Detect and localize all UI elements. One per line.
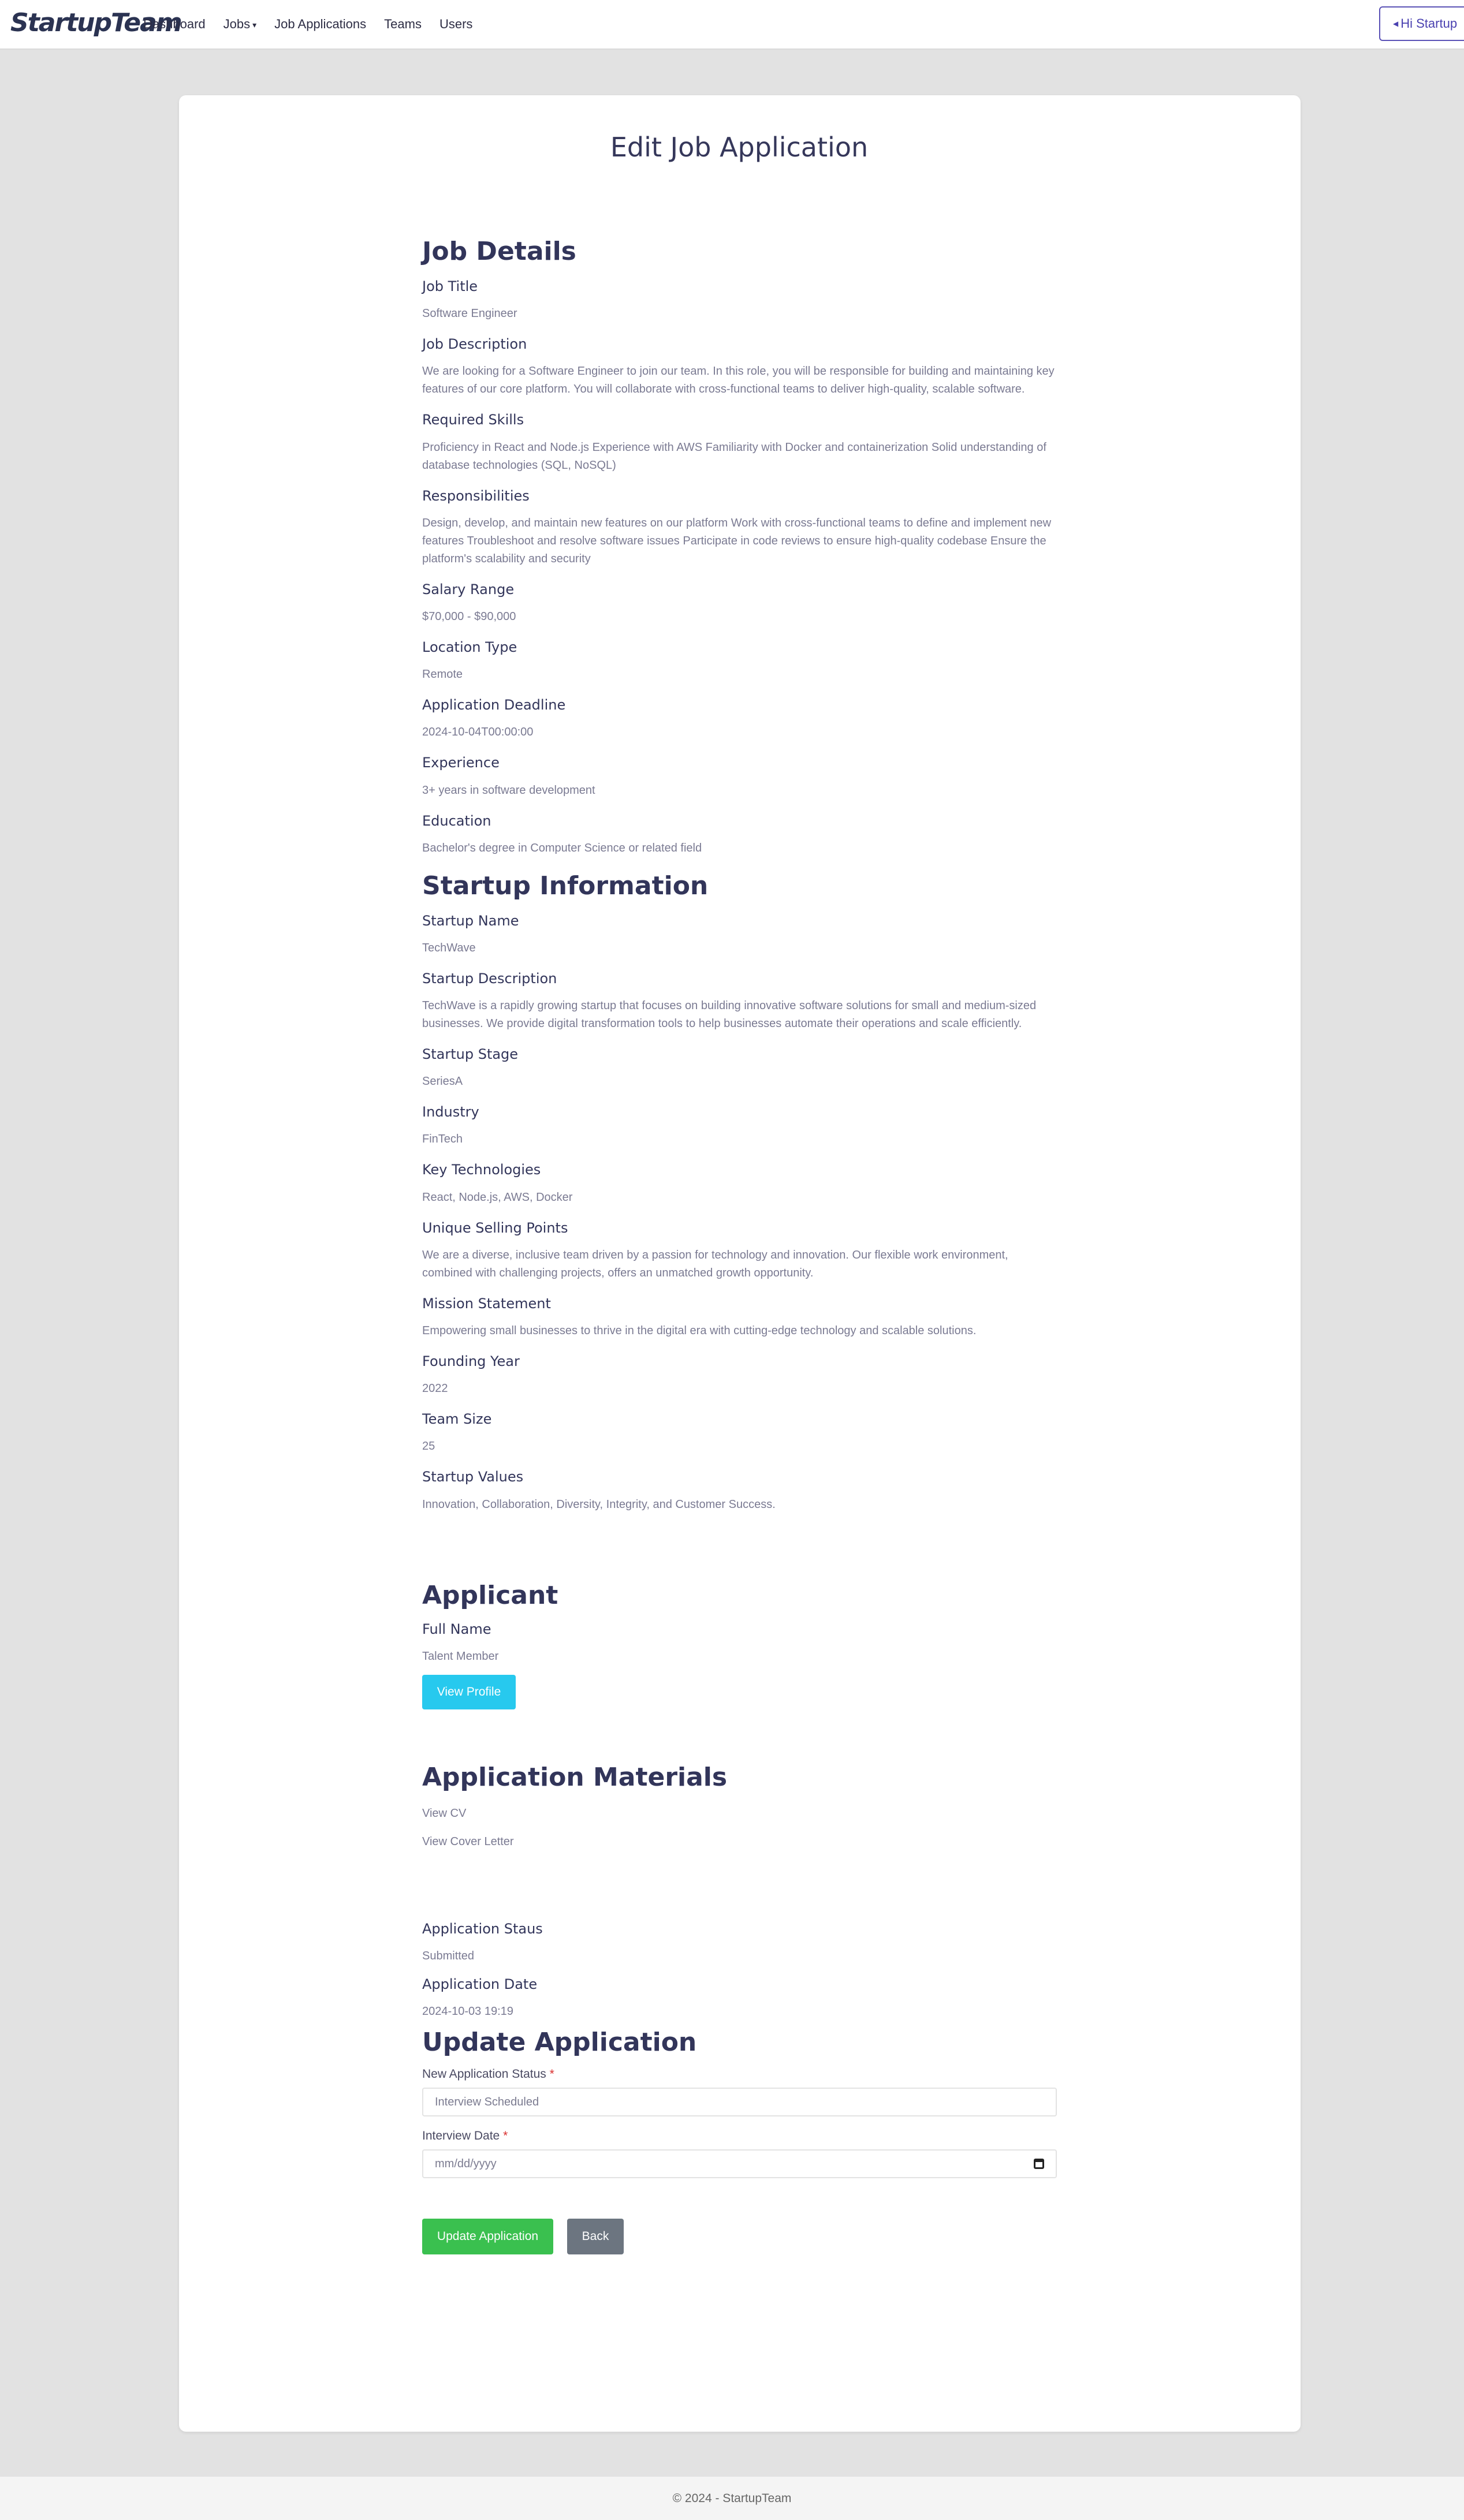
field-label: Unique Selling Points xyxy=(422,1219,568,1236)
field-label: Experience xyxy=(422,755,500,771)
required-marker: * xyxy=(503,2129,508,2143)
job-details-heading: Job Details xyxy=(422,237,576,266)
field-label: Startup Stage xyxy=(422,1046,519,1063)
field-value: TechWave is a rapidly growing startup th… xyxy=(422,999,1037,1031)
caret-left-icon: ◀ xyxy=(1393,20,1399,28)
field-value: SeriesA xyxy=(422,1075,463,1088)
nav-link-teams[interactable]: Teams xyxy=(384,17,422,32)
top-navbar: StartupTeam Dashboard Jobs ▾ Job Applicat… xyxy=(0,0,1464,50)
interview-date-label-text: Interview Date xyxy=(422,2129,500,2143)
view-cover-letter-link[interactable]: View Cover Letter xyxy=(422,1833,1057,1851)
field-value: 2022 xyxy=(422,1382,448,1395)
full-name-value: Talent Member xyxy=(422,1649,499,1663)
view-profile-button[interactable]: View Profile xyxy=(422,1674,516,1709)
field-value: $70,000 - $90,000 xyxy=(422,610,516,623)
field-label: Key Technologies xyxy=(422,1162,541,1178)
field-label: Mission Statement xyxy=(422,1295,551,1312)
nav-link-jobs-label: Jobs xyxy=(223,17,251,31)
field-value: 3+ years in software development xyxy=(422,783,595,797)
nav-links: Dashboard Jobs ▾ Job Applications Teams U… xyxy=(143,17,490,32)
new-status-input[interactable]: Interview Scheduled xyxy=(422,2088,1057,2117)
page-title: Edit Job Application xyxy=(610,132,869,163)
job-details-fields: Job Title Software Engineer Job Descriptio… xyxy=(422,278,1057,870)
field-value: 25 xyxy=(422,1440,435,1453)
new-status-label: New Application Status * xyxy=(422,2065,1057,2083)
field-label: Responsibilities xyxy=(422,487,530,504)
interview-date-input[interactable]: mm/dd/yyyy xyxy=(422,2149,1057,2179)
application-status-value: Submitted xyxy=(422,1949,475,1962)
footer: © 2024 - StartupTeam xyxy=(0,2477,1464,2520)
field-value: Bachelor's degree in Computer Science or… xyxy=(422,841,702,854)
field-label: Startup Values xyxy=(422,1469,524,1485)
field-label: Job Title xyxy=(422,278,478,294)
required-marker: * xyxy=(549,2067,554,2081)
field-value: FinTech xyxy=(422,1133,463,1146)
user-menu-button[interactable]: ◀ Hi Startup xyxy=(1379,6,1464,41)
field-value: React, Node.js, AWS, Docker xyxy=(422,1190,573,1204)
interview-date-placeholder: mm/dd/yyyy xyxy=(435,2157,497,2170)
startup-info-heading: Startup Information xyxy=(422,871,709,901)
nav-link-users[interactable]: Users xyxy=(439,17,472,32)
field-label: Job Description xyxy=(422,336,527,353)
user-menu-label: Hi Startup xyxy=(1400,16,1458,31)
calendar-icon[interactable] xyxy=(1034,2159,1044,2170)
nav-link-job-applications[interactable]: Job Applications xyxy=(274,17,366,32)
field-value: Design, develop, and maintain new featur… xyxy=(422,516,1052,565)
field-label: Education xyxy=(422,812,491,829)
content: Job Details Job Title Software Engineer Jo… xyxy=(422,236,1057,2255)
materials-heading: Application Materials xyxy=(422,1762,728,1792)
caret-down-icon: ▾ xyxy=(252,20,257,29)
nav-link-dashboard[interactable]: Dashboard xyxy=(143,17,206,32)
application-date-value: 2024-10-03 19:19 xyxy=(422,2005,513,2018)
form-actions: Update Application Back xyxy=(422,2219,1057,2255)
new-status-label-text: New Application Status xyxy=(422,2067,546,2081)
field-label: Founding Year xyxy=(422,1353,520,1369)
field-value: We are looking for a Software Engineer t… xyxy=(422,365,1055,396)
field-label: Industry xyxy=(422,1104,479,1121)
field-value: We are a diverse, inclusive team driven … xyxy=(422,1248,1008,1279)
update-application-button[interactable]: Update Application xyxy=(422,2219,553,2255)
field-label: Startup Name xyxy=(422,912,519,929)
field-value: Empowering small businesses to thrive in… xyxy=(422,1324,977,1337)
field-value: Proficiency in React and Node.js Experie… xyxy=(422,440,1046,472)
field-label: Startup Description xyxy=(422,970,557,987)
field-value: Innovation, Collaboration, Diversity, In… xyxy=(422,1498,776,1511)
update-heading: Update Application xyxy=(422,2028,697,2058)
application-status-label: Application Staus xyxy=(422,1920,543,1937)
back-button[interactable]: Back xyxy=(567,2219,624,2255)
field-value: 2024-10-04T00:00:00 xyxy=(422,726,534,739)
field-value: Remote xyxy=(422,668,463,681)
nav-link-jobs[interactable]: Jobs ▾ xyxy=(223,17,257,32)
interview-date-label: Interview Date * xyxy=(422,2127,1057,2145)
field-label: Salary Range xyxy=(422,581,515,598)
full-name-label: Full Name xyxy=(422,1621,491,1637)
field-value: Software Engineer xyxy=(422,307,517,320)
application-date-label: Application Date xyxy=(422,1976,538,1992)
field-label: Team Size xyxy=(422,1411,492,1428)
field-label: Location Type xyxy=(422,639,517,655)
view-cv-link[interactable]: View CV xyxy=(422,1805,1057,1823)
applicant-heading: Applicant xyxy=(422,1580,558,1610)
field-label: Application Deadline xyxy=(422,697,566,714)
field-value: TechWave xyxy=(422,941,476,954)
field-label: Required Skills xyxy=(422,412,524,428)
startup-info-fields: Startup Name TechWave Startup Description T… xyxy=(422,912,1057,1526)
